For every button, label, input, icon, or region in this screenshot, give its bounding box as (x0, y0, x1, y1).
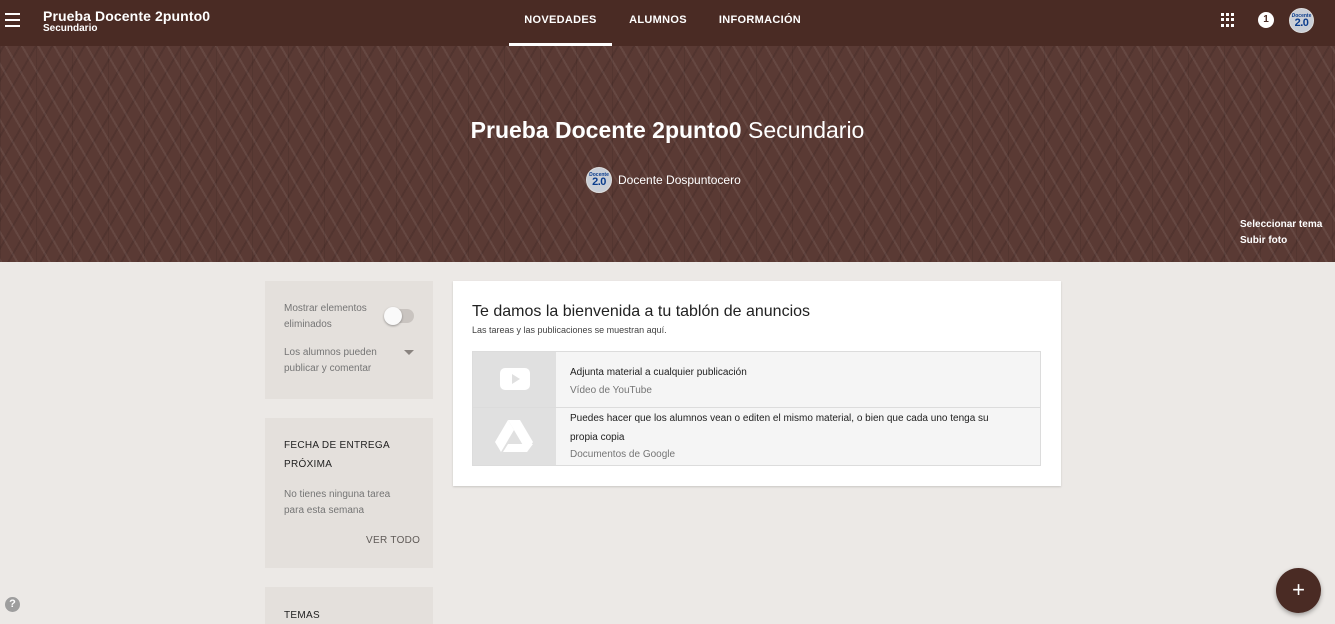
see-all-link[interactable]: VER TODO (366, 535, 420, 546)
docente-logo-icon: Docente 2.0 (587, 168, 611, 192)
help-icon[interactable]: ? (5, 597, 20, 612)
due-soon-empty-line-2: para esta semana (284, 505, 365, 516)
tip-icon-area (473, 352, 556, 407)
class-banner: Prueba Docente 2punto0 Secundario Docent… (0, 46, 1335, 262)
topics-card: TEMAS (265, 587, 433, 624)
show-deleted-line-2: eliminados (284, 319, 332, 330)
logo-main-text: 2.0 (592, 176, 606, 188)
due-soon-heading: FECHA DE ENTREGA PRÓXIMA (284, 436, 390, 474)
teacher-info: Docente 2.0 Docente Dospuntocero (586, 167, 741, 193)
tip-title: Adjunta material a cualquier publicación (570, 367, 747, 378)
students-post-label: Los alumnos pueden publicar y comentar (284, 345, 377, 377)
google-drive-icon (495, 420, 533, 452)
tip-google-docs[interactable]: Puedes hacer que los alumnos vean o edit… (472, 408, 1041, 466)
students-post-line-2: publicar y comentar (284, 363, 372, 374)
tip-icon-area (473, 408, 556, 465)
banner-title-section: Secundario (747, 117, 865, 143)
top-app-bar: Prueba Docente 2punto0 Secundario NOVEDA… (0, 0, 1335, 46)
tip-title-line-2: propia copia (570, 432, 625, 443)
teacher-name: Docente Dospuntocero (618, 173, 741, 187)
class-section: Secundario (43, 23, 98, 34)
tip-youtube[interactable]: Adjunta material a cualquier publicación… (472, 351, 1041, 408)
show-deleted-line-1: Mostrar elementos (284, 303, 367, 314)
menu-icon[interactable] (5, 10, 23, 30)
topics-heading: TEMAS (284, 610, 320, 621)
chevron-down-icon[interactable] (404, 350, 414, 355)
account-avatar[interactable]: Docente 2.0 (1289, 8, 1314, 33)
show-deleted-toggle[interactable] (384, 307, 414, 325)
banner-title-name: Prueba Docente 2punto0 (470, 117, 742, 143)
banner-title: Prueba Docente 2punto0 Secundario (0, 117, 1335, 144)
tip-title: Puedes hacer que los alumnos vean o edit… (570, 409, 989, 447)
due-soon-card: FECHA DE ENTREGA PRÓXIMA No tienes ningu… (265, 418, 433, 568)
welcome-subtitle: Las tareas y las publicaciones se muestr… (472, 325, 667, 335)
tip-source: Vídeo de YouTube (570, 385, 652, 396)
welcome-title: Te damos la bienvenida a tu tablón de an… (472, 303, 811, 320)
welcome-card: Te damos la bienvenida a tu tablón de an… (453, 281, 1061, 486)
tab-informacion[interactable]: INFORMACIÓN (714, 0, 806, 46)
tip-source: Documentos de Google (570, 449, 676, 460)
select-theme-link[interactable]: Seleccionar tema (1240, 219, 1322, 230)
due-soon-heading-line-2: PRÓXIMA (284, 459, 333, 470)
create-fab-button[interactable]: + (1276, 568, 1321, 613)
class-name[interactable]: Prueba Docente 2punto0 (43, 8, 210, 24)
due-soon-empty-line-1: No tienes ninguna tarea (284, 489, 391, 500)
docente-logo-icon: Docente 2.0 (1290, 9, 1313, 32)
due-soon-empty-text: No tienes ninguna tarea para esta semana (284, 487, 390, 519)
due-soon-heading-line-1: FECHA DE ENTREGA (284, 440, 390, 451)
teacher-avatar: Docente 2.0 (586, 167, 612, 193)
tab-novedades[interactable]: NOVEDADES (509, 0, 612, 46)
tab-alumnos[interactable]: ALUMNOS (622, 0, 694, 46)
notification-badge[interactable]: 1 (1258, 12, 1274, 28)
youtube-icon (500, 368, 530, 390)
settings-card: Mostrar elementos eliminados Los alumnos… (265, 281, 433, 399)
logo-main-text: 2.0 (1294, 17, 1309, 29)
upload-photo-link[interactable]: Subir foto (1240, 235, 1287, 246)
show-deleted-label: Mostrar elementos eliminados (284, 301, 367, 333)
tip-title-line-1: Puedes hacer que los alumnos vean o edit… (570, 413, 989, 424)
apps-icon[interactable] (1221, 13, 1235, 27)
students-post-line-1: Los alumnos pueden (284, 347, 377, 358)
